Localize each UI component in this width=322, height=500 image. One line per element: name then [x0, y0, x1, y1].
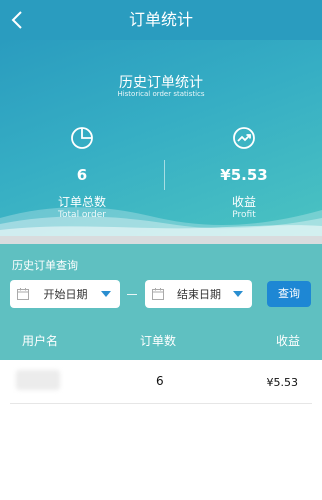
row-order-count: 6 [156, 374, 164, 388]
column-header-username: 用户名 [22, 334, 59, 348]
blurred-username [16, 370, 60, 390]
pie-chart-icon [71, 127, 93, 149]
stats-divider [164, 160, 165, 190]
order-stats-screen: 订单统计 历史订单统计 Historical order statistics … [0, 0, 322, 500]
table-header: 用户名 订单数 收益 [0, 322, 322, 360]
section-separator [0, 236, 322, 244]
start-date-picker[interactable]: 开始日期 [10, 280, 120, 308]
date-range-dash [127, 294, 137, 295]
end-date-placeholder: 结束日期 [177, 288, 221, 301]
profit-value: ¥5.53 [220, 166, 268, 184]
calendar-icon [17, 288, 29, 300]
stats-hero: 历史订单统计 Historical order statistics 6 订单总… [0, 40, 322, 236]
total-orders-value: 6 [76, 166, 88, 184]
table-row[interactable]: 6 ¥5.53 [10, 362, 312, 404]
title-bar: 订单统计 [0, 0, 322, 40]
end-date-picker[interactable]: 结束日期 [145, 280, 252, 308]
dropdown-caret-icon [233, 291, 243, 297]
dropdown-caret-icon [101, 291, 111, 297]
query-button[interactable]: 查询 [267, 281, 311, 307]
page-title: 订单统计 [128, 10, 193, 29]
query-title: 历史订单查询 [12, 259, 78, 272]
order-query-section: 历史订单查询 开始日期 结束日期 查询 [0, 244, 322, 322]
column-header-profit: 收益 [275, 334, 300, 348]
row-profit: ¥5.53 [266, 376, 299, 389]
trend-up-icon [233, 127, 255, 149]
start-date-placeholder: 开始日期 [43, 288, 88, 301]
column-header-orders: 订单数 [140, 334, 177, 348]
wave-decoration [0, 207, 322, 236]
calendar-icon [152, 288, 164, 300]
